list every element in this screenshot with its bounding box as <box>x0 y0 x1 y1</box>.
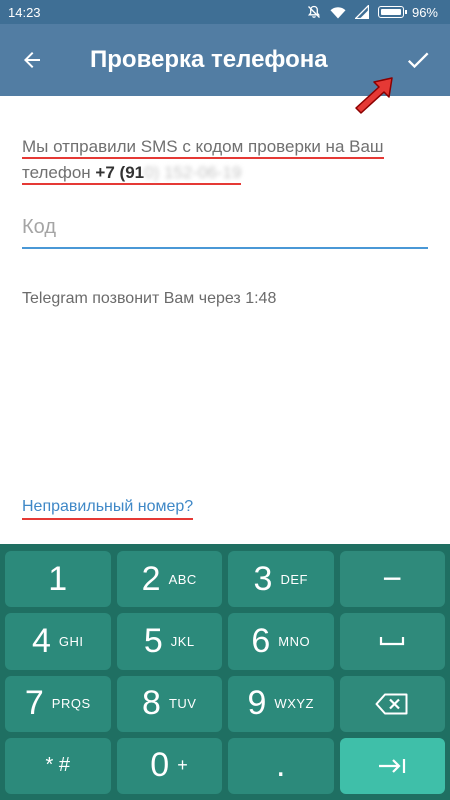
key-dot[interactable]: . <box>228 737 334 794</box>
key-digit: . <box>276 746 286 785</box>
key-digit: 1 <box>48 559 68 598</box>
key-star-hash[interactable]: * # <box>5 737 111 794</box>
key-letters: PRQS <box>51 696 91 712</box>
key-letters: WXYZ <box>274 696 314 712</box>
status-bar: 14:23 96% <box>0 0 450 24</box>
enter-tab-icon <box>379 758 406 773</box>
wifi-icon <box>330 5 346 19</box>
key-digit: 5 <box>143 621 163 660</box>
key-letters: + <box>177 755 189 776</box>
minus-icon: − <box>382 559 403 598</box>
key-digit: 0 <box>150 746 170 785</box>
key-1[interactable]: 1 <box>5 551 111 608</box>
arrow-left-icon <box>24 52 40 68</box>
key-3[interactable]: 3 DEF <box>228 551 334 608</box>
key-0[interactable]: 0 + <box>116 737 222 794</box>
key-9[interactable]: 9 WXYZ <box>228 675 334 732</box>
backspace-key[interactable] <box>339 675 445 732</box>
checkmark-icon <box>407 52 429 69</box>
key-symbols: * # <box>45 754 70 777</box>
key-digit: 7 <box>24 684 44 723</box>
back-button[interactable] <box>0 24 64 96</box>
verification-content: Мы отправили SMS с кодом проверки на Ваш… <box>0 96 450 544</box>
key-4[interactable]: 4 GHI <box>5 613 111 670</box>
key-digit: 9 <box>247 684 267 723</box>
battery-percent: 96% <box>411 4 438 20</box>
key-letters: ABC <box>168 571 197 587</box>
key-6[interactable]: 6 MNO <box>228 613 334 670</box>
key-7[interactable]: 7 PRQS <box>5 675 111 732</box>
key-5[interactable]: 5 JKL <box>116 613 222 670</box>
wrong-number-link[interactable]: Неправильный номер? <box>22 498 194 520</box>
mute-bell-icon <box>306 5 322 19</box>
key-digit: 8 <box>142 684 161 723</box>
numeric-keypad: 1 2 ABC 3 DEF − 4 GHI 5 JKL 6 MNO 7 PRQS 8 TUV … <box>0 544 450 800</box>
key-letters: JKL <box>170 633 195 649</box>
sms-sent-message: Мы отправили SMS с кодом проверки на Ваш… <box>22 134 422 186</box>
space-key[interactable] <box>339 613 445 670</box>
phone-number-visible: +7 (91 <box>95 163 145 182</box>
call-timer-text: Telegram позвонит Вам через 1:48 <box>22 290 277 307</box>
status-icons: 96% <box>306 5 438 20</box>
key-2[interactable]: 2 ABC <box>116 551 222 608</box>
phone-number-blurred: 0) 152-06-19 <box>144 163 242 182</box>
backspace-icon <box>375 693 408 715</box>
space-icon <box>380 637 405 646</box>
key-letters: DEF <box>280 571 308 587</box>
minus-key[interactable]: − <box>339 551 445 608</box>
key-letters: GHI <box>58 633 84 649</box>
enter-key[interactable] <box>339 737 445 794</box>
key-digit: 2 <box>141 559 161 598</box>
key-digit: 6 <box>251 621 271 660</box>
key-8[interactable]: 8 TUV <box>116 675 222 732</box>
battery-icon <box>377 6 407 18</box>
key-letters: MNO <box>278 633 311 649</box>
sms-message-line2: телефон +7 (910) 152-06-19 <box>22 163 242 185</box>
code-input[interactable] <box>22 213 428 249</box>
key-digit: 4 <box>31 621 51 660</box>
key-letters: TUV <box>168 696 197 712</box>
signal-icon <box>354 5 370 19</box>
page-title: Проверка телефона <box>90 46 328 73</box>
key-digit: 3 <box>253 559 273 598</box>
sms-message-prefix: телефон <box>22 163 96 182</box>
status-time: 14:23 <box>8 4 41 20</box>
sms-message-line1: Мы отправили SMS с кодом проверки на Ваш <box>22 137 384 159</box>
